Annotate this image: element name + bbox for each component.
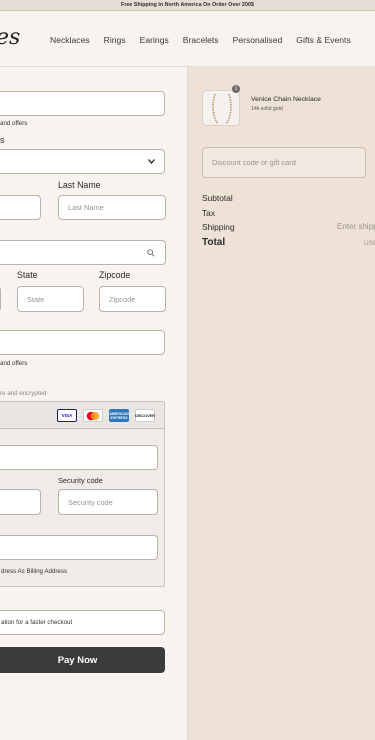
total-label: Total — [202, 237, 226, 248]
security-code-field[interactable]: Security code — [58, 489, 158, 515]
last-name-label: Last Name — [58, 180, 101, 190]
site-header: es Necklaces Rings Earings Bracelets Per… — [0, 11, 375, 67]
necklace-icon — [212, 93, 232, 125]
nav-bracelets[interactable]: Bracelets — [183, 35, 219, 45]
nav-necklaces[interactable]: Necklaces — [50, 35, 90, 45]
name-on-card-field[interactable] — [0, 535, 158, 560]
email-field[interactable] — [0, 91, 165, 116]
security-code-label: Security code — [58, 476, 103, 485]
sms-offers-label: and offers — [0, 360, 28, 367]
brand-logo[interactable]: es — [0, 25, 20, 50]
discover-icon: DISCOVER — [135, 409, 155, 422]
state-field[interactable]: State — [17, 286, 84, 312]
product-thumbnail — [202, 90, 240, 126]
search-icon — [147, 248, 155, 257]
product-variant: 14k solid gold — [251, 106, 283, 112]
country-label: s — [0, 135, 5, 145]
nav-rings[interactable]: Rings — [104, 35, 126, 45]
remember-me-box[interactable]: ation for a faster checkout — [0, 610, 165, 635]
zipcode-field[interactable]: Zipcode — [99, 286, 166, 312]
state-label: State — [17, 270, 38, 280]
last-name-field[interactable]: Last Name — [58, 195, 166, 220]
card-number-field[interactable] — [0, 445, 158, 470]
address-field[interactable] — [0, 240, 166, 265]
expiry-field[interactable] — [0, 489, 41, 515]
nav-gifts-events[interactable]: Gifts & Events — [296, 35, 350, 45]
first-name-field[interactable] — [0, 195, 41, 220]
pay-now-button[interactable]: Pay Now — [0, 647, 165, 673]
country-select[interactable] — [0, 149, 165, 174]
payment-box: VISA AMERICAN EXPRESS DISCOVER Security c… — [0, 401, 165, 587]
chevron-down-icon — [148, 159, 155, 164]
zipcode-label: Zipcode — [99, 270, 131, 280]
main-nav: Necklaces Rings Earings Bracelets Person… — [50, 35, 365, 45]
card-method-header[interactable]: VISA AMERICAN EXPRESS DISCOVER — [0, 402, 164, 429]
amex-icon: AMERICAN EXPRESS — [109, 409, 129, 422]
quantity-badge: 1 — [232, 85, 240, 93]
mastercard-icon — [83, 409, 103, 422]
visa-icon: VISA — [57, 409, 77, 422]
subtotal-label: Subtotal — [202, 193, 233, 203]
shipping-label: Shipping — [202, 222, 235, 232]
email-offers-label: and offers — [0, 120, 28, 127]
nav-earings[interactable]: Earings — [140, 35, 169, 45]
discount-code-field[interactable]: Discount code or gift card — [202, 147, 366, 178]
total-currency: USD — [364, 240, 375, 247]
payment-secure-note: re and encrypted — [0, 390, 47, 397]
product-name: Venice Chain Necklace — [251, 96, 321, 103]
city-field[interactable] — [0, 286, 1, 312]
announcement-bar: Free Shipping In North America On Order … — [0, 0, 375, 11]
shipping-value: Enter shipp — [337, 222, 375, 231]
billing-same-label[interactable]: dress As Billing Address — [1, 568, 67, 575]
nav-personalised[interactable]: Personalised — [233, 35, 283, 45]
phone-field[interactable] — [0, 330, 165, 355]
tax-label: Tax — [202, 208, 216, 218]
checkout-page: Free Shipping In North America On Order … — [0, 0, 375, 740]
